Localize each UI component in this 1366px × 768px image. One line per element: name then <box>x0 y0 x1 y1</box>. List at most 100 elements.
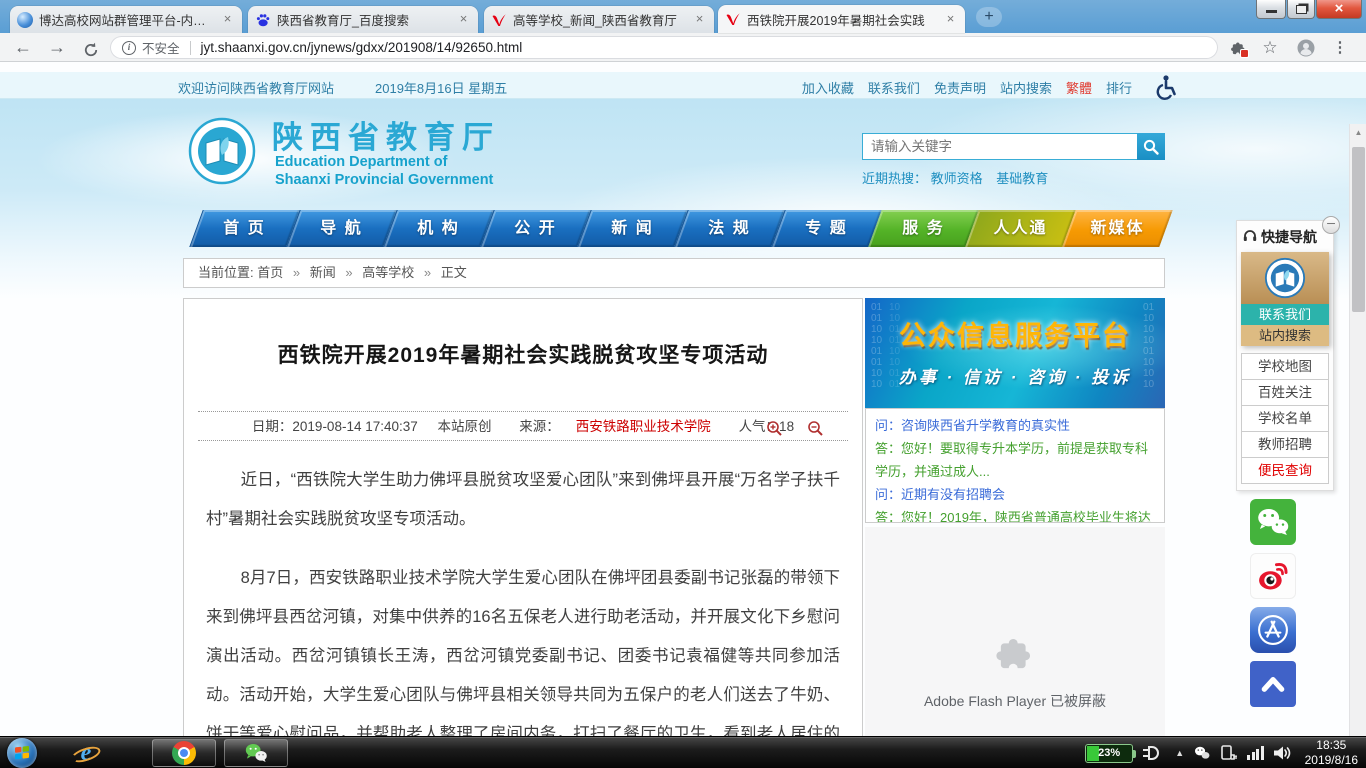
address-bar[interactable]: i 不安全 jyt.shaanxi.gov.cn/jynews/gdxx/201… <box>110 36 1218 59</box>
battery-indicator[interactable]: 23% <box>1085 744 1133 763</box>
page-date: 2019年8月16日 星期五 <box>375 78 507 97</box>
quick-nav-item-teacher-recruit[interactable]: 教师招聘 <box>1241 431 1329 458</box>
tab-close-icon[interactable]: × <box>943 12 958 27</box>
taskbar-wechat-button[interactable] <box>224 739 288 767</box>
browser-tab[interactable]: 高等学校_新闻_陕西省教育厅 × <box>484 6 714 33</box>
profile-avatar[interactable] <box>1294 36 1318 60</box>
tray-hidden-icons-arrow[interactable]: ▲ <box>1175 748 1184 758</box>
nav-tab-organization[interactable]: 机 构 <box>390 210 487 247</box>
window-restore-button[interactable] <box>1287 0 1315 19</box>
article-paragraph: 8月7日，西安铁路职业技术学院大学生爱心团队在佛坪团县委副书记张磊的带领下来到佛… <box>206 559 840 736</box>
forward-button[interactable]: → <box>44 34 70 60</box>
tray-wechat-icon[interactable] <box>1193 744 1211 762</box>
app-store-icon[interactable] <box>1250 607 1296 653</box>
tab-title: 博达高校网站群管理平台-内容管 <box>39 10 214 29</box>
zoom-out-icon[interactable] <box>807 418 824 447</box>
source-link[interactable]: 西安铁路职业技术学院 <box>576 419 711 434</box>
weibo-icon[interactable] <box>1250 553 1296 599</box>
nav-tab-news[interactable]: 新 闻 <box>584 210 681 247</box>
quick-nav-item-convenience-query[interactable]: 便民查询 <box>1241 457 1329 484</box>
volume-icon[interactable] <box>1273 744 1292 762</box>
extension-icon[interactable] <box>1226 36 1250 60</box>
breadcrumb-colleges[interactable]: 高等学校 <box>362 265 414 280</box>
site-name-english: Education Department of <box>275 154 447 170</box>
link-disclaimer[interactable]: 免责声明 <box>934 78 986 97</box>
zoom-in-icon[interactable] <box>766 418 783 447</box>
hot-search-term[interactable]: 教师资格 <box>931 171 983 186</box>
power-plug-icon[interactable] <box>1142 743 1162 763</box>
panel-minimize-button[interactable]: ─ <box>1322 216 1340 234</box>
scroll-up-arrow[interactable]: ▲ <box>1350 124 1366 141</box>
window-minimize-button[interactable] <box>1256 0 1286 19</box>
safely-remove-hardware-icon[interactable] <box>1220 744 1238 762</box>
start-button[interactable] <box>7 738 37 768</box>
quick-nav-item-public-focus[interactable]: 百姓关注 <box>1241 379 1329 406</box>
qa-answer[interactable]: 答：您好！2019年，陕西省普通高校毕业生将达 <box>875 506 1155 523</box>
info-icon[interactable]: i <box>122 41 136 55</box>
tab-close-icon[interactable]: × <box>692 12 707 27</box>
accessibility-icon[interactable] <box>1154 74 1178 103</box>
page-viewport: 欢迎访问陕西省教育厅网站 2019年8月16日 星期五 加入收藏 联系我们 免责… <box>0 62 1366 736</box>
chrome-icon <box>172 741 196 765</box>
nav-tab-disclosure[interactable]: 公 开 <box>487 210 584 247</box>
system-tray: 23% ▲ 18:35 2019/8/16 <box>1085 737 1360 768</box>
nav-tab-renrentong[interactable]: 人人通 <box>972 210 1069 247</box>
link-traditional-chinese[interactable]: 繁體 <box>1066 78 1092 97</box>
nav-tab-services[interactable]: 服 务 <box>875 210 972 247</box>
breadcrumb: 当前位置: 首页 » 新闻 » 高等学校 » 正文 <box>183 258 1165 288</box>
tab-close-icon[interactable]: × <box>456 12 471 27</box>
page-scrollbar: ▲ ▼ <box>1349 124 1366 736</box>
browser-tab-active[interactable]: 西铁院开展2019年暑期社会实践 × <box>718 5 965 33</box>
quick-nav-item-school-list[interactable]: 学校名单 <box>1241 405 1329 432</box>
link-ranking[interactable]: 排行 <box>1106 78 1132 97</box>
flash-blocked-placeholder[interactable]: Adobe Flash Player 已被屏蔽 <box>865 527 1165 736</box>
nav-tab-regulations[interactable]: 法 规 <box>681 210 778 247</box>
puzzle-piece-icon <box>992 631 1038 682</box>
qa-answer[interactable]: 答：您好！要取得专升本学历，前提是获取专科学历，并通过成人... <box>875 437 1155 483</box>
divider <box>190 41 191 55</box>
tab-close-icon[interactable]: × <box>220 12 235 27</box>
new-tab-button[interactable]: + <box>976 7 1002 27</box>
hot-search-label: 近期热搜： <box>862 171 927 186</box>
taskbar-clock[interactable]: 18:35 2019/8/16 <box>1305 738 1360 768</box>
quick-nav-contact-us[interactable]: 联系我们 <box>1241 304 1329 325</box>
network-signal-icon[interactable] <box>1247 746 1264 760</box>
search-input[interactable] <box>862 133 1137 160</box>
link-add-favorite[interactable]: 加入收藏 <box>802 78 854 97</box>
nav-tab-home[interactable]: 首 页 <box>196 210 293 247</box>
quick-nav-site-search[interactable]: 站内搜索 <box>1241 325 1329 346</box>
taskbar-chrome-button[interactable] <box>152 739 216 767</box>
back-button[interactable]: ← <box>10 34 36 60</box>
quick-nav-item-school-map[interactable]: 学校地图 <box>1241 353 1329 380</box>
browser-tab[interactable]: 陕西省教育厅_百度搜索 × <box>248 6 478 33</box>
article-date: 日期：2019-08-14 17:40:37 <box>252 419 418 434</box>
quick-nav-title: 快捷导航 <box>1261 227 1317 247</box>
bookmark-star-icon[interactable]: ☆ <box>1258 36 1282 60</box>
qa-question[interactable]: 问：咨询陕西省升学教育的真实性 <box>875 414 1155 437</box>
security-label: 不安全 <box>142 38 180 57</box>
breadcrumb-home[interactable]: 首页 <box>257 265 283 280</box>
hot-search-term[interactable]: 基础教育 <box>996 171 1048 186</box>
back-to-top-icon[interactable] <box>1250 661 1296 707</box>
scrollbar-thumb[interactable] <box>1352 147 1365 312</box>
breadcrumb-news[interactable]: 新闻 <box>310 265 336 280</box>
browser-tab[interactable]: 博达高校网站群管理平台-内容管 × <box>10 6 242 33</box>
tab-title: 陕西省教育厅_百度搜索 <box>277 10 450 29</box>
article-meta: 日期：2019-08-14 17:40:37 本站原创 来源：西安铁路职业技术学… <box>198 411 848 441</box>
reload-button[interactable] <box>78 34 104 60</box>
qa-question[interactable]: 问：近期有没有招聘会 <box>875 483 1155 506</box>
site-logo[interactable]: EDS <box>188 117 256 185</box>
public-service-banner[interactable]: 0101101001011010 1010010110100101 011010… <box>865 298 1165 408</box>
search-button[interactable] <box>1137 133 1165 160</box>
nav-tab-guide[interactable]: 导 航 <box>293 210 390 247</box>
window-close-button[interactable] <box>1316 0 1362 19</box>
nav-tab-topics[interactable]: 专 题 <box>778 210 875 247</box>
wechat-icon[interactable] <box>1250 499 1296 545</box>
flash-blocked-text: Adobe Flash Player 已被屏蔽 <box>865 691 1165 711</box>
nav-tab-new-media[interactable]: 新媒体 <box>1069 210 1166 247</box>
link-contact-us[interactable]: 联系我们 <box>868 78 920 97</box>
link-site-search[interactable]: 站内搜索 <box>1000 78 1052 97</box>
internet-explorer-icon[interactable]: e <box>66 739 106 767</box>
quick-nav-box: 快捷导航 联系我们 站内搜索 学校地图 <box>1236 220 1334 491</box>
menu-dots-icon[interactable]: ⋮ <box>1328 36 1352 60</box>
